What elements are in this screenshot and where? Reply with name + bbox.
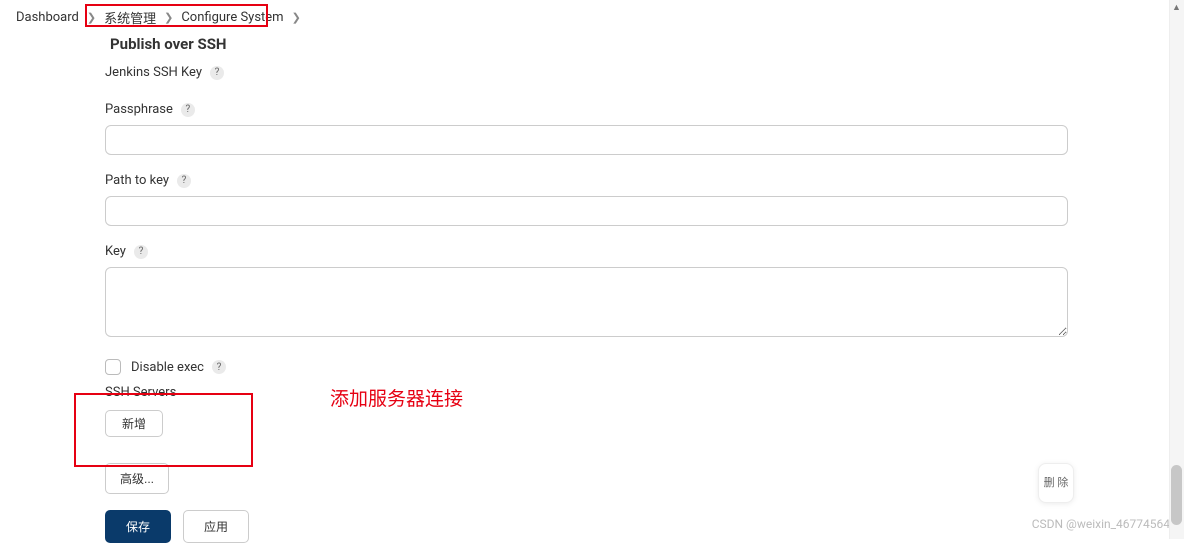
chevron-right-icon: ❯ <box>162 11 175 24</box>
label-text: Jenkins SSH Key <box>105 65 202 80</box>
watermark: CSDN @weixin_46774564 <box>1032 517 1170 531</box>
breadcrumb-configure-system[interactable]: Configure System <box>175 10 289 25</box>
help-icon[interactable]: ? <box>210 66 224 80</box>
breadcrumb-dashboard[interactable]: Dashboard <box>10 10 85 25</box>
add-button[interactable]: 新增 <box>105 410 163 437</box>
scrollbar-thumb[interactable] <box>1171 465 1182 525</box>
chevron-right-icon: ❯ <box>85 11 98 24</box>
help-icon[interactable]: ? <box>134 245 148 259</box>
label-text: Passphrase <box>105 102 173 117</box>
scroll-up-icon[interactable]: ▲ <box>1169 0 1184 14</box>
scrollbar[interactable]: ▲ <box>1169 0 1184 539</box>
disable-exec-checkbox[interactable] <box>105 359 121 375</box>
key-textarea[interactable] <box>105 267 1068 337</box>
help-icon[interactable]: ? <box>177 174 191 188</box>
path-to-key-input[interactable] <box>105 196 1068 226</box>
label-ssh-servers: SSH Servers <box>105 385 1074 400</box>
delete-button[interactable]: 删 除 <box>1038 463 1074 503</box>
help-icon[interactable]: ? <box>181 103 195 117</box>
help-icon[interactable]: ? <box>212 360 226 374</box>
disable-exec-label: Disable exec <box>131 360 204 375</box>
chevron-right-icon: ❯ <box>290 11 303 24</box>
breadcrumb: Dashboard ❯ 系统管理 ❯ Configure System ❯ <box>0 0 1184 35</box>
label-path-to-key: Path to key ? <box>105 173 1074 188</box>
breadcrumb-system-manage[interactable]: 系统管理 <box>98 8 162 27</box>
apply-button[interactable]: 应用 <box>183 510 249 543</box>
annotation-text: 添加服务器连接 <box>330 384 463 411</box>
label-text: Key <box>105 244 126 259</box>
save-button[interactable]: 保存 <box>105 510 171 543</box>
label-key: Key ? <box>105 244 1074 259</box>
label-passphrase: Passphrase ? <box>105 102 1074 117</box>
label-jenkins-ssh-key: Jenkins SSH Key ? <box>105 65 1074 80</box>
page-title: Publish over SSH <box>110 35 1184 53</box>
label-text: Path to key <box>105 173 169 188</box>
disable-exec-row: Disable exec ? <box>105 359 1074 375</box>
advanced-button[interactable]: 高级... <box>105 463 169 494</box>
passphrase-input[interactable] <box>105 125 1068 155</box>
